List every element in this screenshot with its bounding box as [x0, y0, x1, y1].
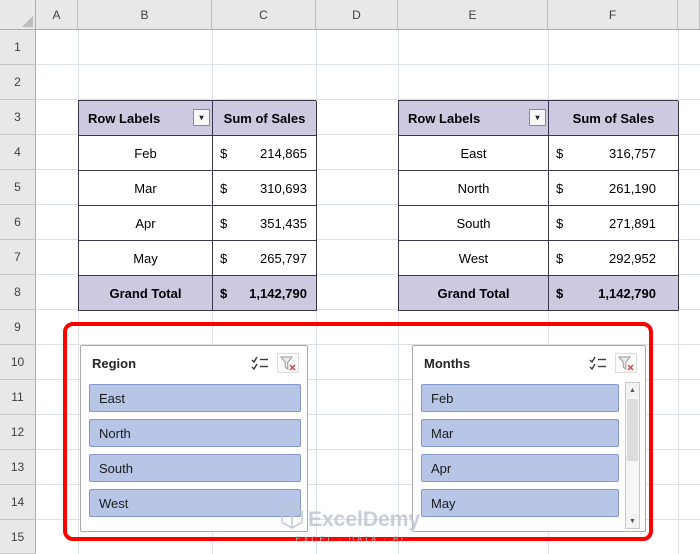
- row-header-3[interactable]: 3: [0, 100, 36, 135]
- pivot-header-sum-of-sales[interactable]: Sum of Sales: [549, 101, 679, 136]
- months-slicer[interactable]: Months Feb Mar Apr May ▲: [412, 345, 646, 532]
- pivot-row-label[interactable]: West: [399, 241, 549, 276]
- row-header-8[interactable]: 8: [0, 275, 36, 310]
- grand-total-value[interactable]: $ 1,142,790: [549, 276, 679, 311]
- filter-dropdown-button[interactable]: ▾: [193, 109, 210, 126]
- row-header-4[interactable]: 4: [0, 135, 36, 170]
- amount: 1,142,790: [249, 286, 307, 301]
- row-header-6[interactable]: 6: [0, 205, 36, 240]
- amount: 261,190: [609, 181, 656, 196]
- amount: 316,757: [609, 146, 656, 161]
- column-header-b[interactable]: B: [78, 0, 212, 30]
- row-header-9[interactable]: 9: [0, 310, 36, 345]
- slicer-item-south[interactable]: South: [89, 454, 301, 482]
- pivot-row-label[interactable]: East: [399, 136, 549, 171]
- pivot-row-value[interactable]: $ 265,797: [213, 241, 317, 276]
- column-header-e[interactable]: E: [398, 0, 548, 30]
- row-header-14[interactable]: 14: [0, 485, 36, 520]
- currency-symbol: $: [556, 146, 563, 161]
- select-all-corner[interactable]: [0, 0, 36, 30]
- pivot-row-value[interactable]: $ 351,435: [213, 206, 317, 241]
- currency-symbol: $: [220, 286, 227, 301]
- row-header-7[interactable]: 7: [0, 240, 36, 275]
- slicer-title: Region: [92, 356, 243, 371]
- amount: 310,693: [260, 181, 307, 196]
- pivot-row-label[interactable]: Apr: [79, 206, 213, 241]
- slicer-item-north[interactable]: North: [89, 419, 301, 447]
- scroll-up-arrow[interactable]: ▲: [626, 383, 639, 397]
- pivot-table-regions: Row Labels ▾ Sum of Sales East $ 316,757…: [398, 100, 678, 311]
- row-header-12[interactable]: 12: [0, 415, 36, 450]
- slicer-item-apr[interactable]: Apr: [421, 454, 619, 482]
- pivot-row-value[interactable]: $ 271,891: [549, 206, 679, 241]
- row-header-5[interactable]: 5: [0, 170, 36, 205]
- column-header-d[interactable]: D: [316, 0, 398, 30]
- column-header-c[interactable]: C: [212, 0, 316, 30]
- slicer-item-mar[interactable]: Mar: [421, 419, 619, 447]
- amount: 292,952: [609, 251, 656, 266]
- row-header-10[interactable]: 10: [0, 345, 36, 380]
- pivot-header-sum-of-sales[interactable]: Sum of Sales: [213, 101, 317, 136]
- amount: 265,797: [260, 251, 307, 266]
- amount: 271,891: [609, 216, 656, 231]
- clear-filter-icon[interactable]: [277, 353, 299, 373]
- slicer-item-may[interactable]: May: [421, 489, 619, 517]
- column-header-partial[interactable]: [678, 0, 700, 30]
- filter-dropdown-button[interactable]: ▾: [529, 109, 546, 126]
- row-header-13[interactable]: 13: [0, 450, 36, 485]
- amount: 351,435: [260, 216, 307, 231]
- row-header-1[interactable]: 1: [0, 30, 36, 65]
- excel-window: A B C D E F 1 2 3 4 5 6 7 8 9 10 11 12 1…: [0, 0, 700, 554]
- pivot-header-row-labels[interactable]: Row Labels ▾: [399, 101, 549, 136]
- currency-symbol: $: [556, 251, 563, 266]
- currency-symbol: $: [556, 216, 563, 231]
- multi-select-icon[interactable]: [587, 353, 609, 373]
- grand-total-label[interactable]: Grand Total: [399, 276, 549, 311]
- pivot-row-value[interactable]: $ 316,757: [549, 136, 679, 171]
- slicer-item-east[interactable]: East: [89, 384, 301, 412]
- amount: 1,142,790: [598, 286, 656, 301]
- currency-symbol: $: [220, 216, 227, 231]
- slicer-scrollbar[interactable]: ▲ ▼: [625, 382, 640, 529]
- scroll-down-arrow[interactable]: ▼: [626, 514, 639, 528]
- slicer-item-west[interactable]: West: [89, 489, 301, 517]
- slicer-title: Months: [424, 356, 581, 371]
- currency-symbol: $: [220, 181, 227, 196]
- region-slicer[interactable]: Region East North South West: [80, 345, 308, 532]
- pivot-row-label[interactable]: May: [79, 241, 213, 276]
- clear-filter-icon[interactable]: [615, 353, 637, 373]
- grand-total-value[interactable]: $ 1,142,790: [213, 276, 317, 311]
- row-labels-text: Row Labels: [88, 111, 160, 126]
- row-header-2[interactable]: 2: [0, 65, 36, 100]
- currency-symbol: $: [220, 251, 227, 266]
- column-header-f[interactable]: F: [548, 0, 678, 30]
- pivot-row-value[interactable]: $ 310,693: [213, 171, 317, 206]
- pivot-row-label[interactable]: Feb: [79, 136, 213, 171]
- pivot-row-label[interactable]: Mar: [79, 171, 213, 206]
- months-slicer-header[interactable]: Months: [413, 346, 645, 380]
- slicer-item-feb[interactable]: Feb: [421, 384, 619, 412]
- amount: 214,865: [260, 146, 307, 161]
- row-header-15[interactable]: 15: [0, 520, 36, 554]
- pivot-row-value[interactable]: $ 214,865: [213, 136, 317, 171]
- pivot-row-value[interactable]: $ 292,952: [549, 241, 679, 276]
- column-header-a[interactable]: A: [36, 0, 78, 30]
- pivot-row-value[interactable]: $ 261,190: [549, 171, 679, 206]
- pivot-table-months: Row Labels ▾ Sum of Sales Feb $ 214,865 …: [78, 100, 316, 311]
- multi-select-icon[interactable]: [249, 353, 271, 373]
- pivot-row-label[interactable]: South: [399, 206, 549, 241]
- scrollbar-track[interactable]: [626, 397, 639, 514]
- row-header-11[interactable]: 11: [0, 380, 36, 415]
- scrollbar-thumb[interactable]: [627, 399, 638, 461]
- currency-symbol: $: [556, 286, 563, 301]
- currency-symbol: $: [220, 146, 227, 161]
- currency-symbol: $: [556, 181, 563, 196]
- pivot-row-label[interactable]: North: [399, 171, 549, 206]
- pivot-header-row-labels[interactable]: Row Labels ▾: [79, 101, 213, 136]
- row-labels-text: Row Labels: [408, 111, 480, 126]
- grand-total-label[interactable]: Grand Total: [79, 276, 213, 311]
- region-slicer-header[interactable]: Region: [81, 346, 307, 380]
